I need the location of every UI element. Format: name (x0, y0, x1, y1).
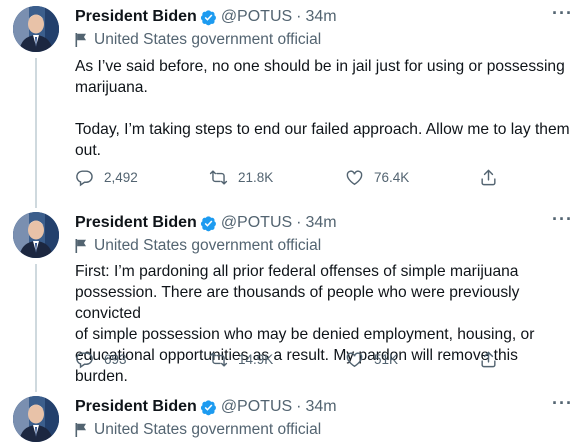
timestamp[interactable]: 34m (306, 398, 337, 416)
timestamp[interactable]: 34m (306, 214, 337, 232)
retweet-button[interactable]: 21.8K (209, 168, 273, 187)
like-count: 51K (374, 352, 399, 367)
government-label-text: United States government official (94, 237, 322, 254)
avatar-image (13, 396, 59, 442)
share-icon (481, 351, 496, 368)
reply-count: 2,492 (104, 170, 138, 185)
author-handle[interactable]: @POTUS (221, 214, 292, 232)
avatar-image (13, 212, 59, 258)
reply-count: 693 (104, 352, 127, 367)
more-icon[interactable]: ··· (552, 394, 573, 412)
avatar[interactable] (13, 6, 59, 52)
government-label[interactable]: United States government official (75, 31, 321, 49)
avatar[interactable] (13, 212, 59, 258)
retweet-icon (209, 352, 228, 367)
tweet[interactable]: President Biden @POTUS · 34m ··· United … (0, 206, 583, 386)
tweet[interactable]: President Biden @POTUS · 34m ··· United … (0, 0, 583, 200)
flag-icon (75, 423, 86, 437)
retweet-icon (209, 170, 228, 185)
avatar[interactable] (13, 396, 59, 442)
reply-icon (76, 352, 93, 369)
tweet-header: President Biden @POTUS · 34m (75, 6, 337, 28)
verified-badge-icon (200, 9, 216, 25)
author-name[interactable]: President Biden (75, 8, 197, 26)
flag-icon (75, 239, 86, 253)
share-icon (481, 169, 496, 186)
like-count: 76.4K (374, 170, 410, 185)
like-button[interactable]: 51K (345, 350, 398, 369)
author-handle[interactable]: @POTUS (221, 398, 292, 416)
more-icon[interactable]: ··· (552, 210, 573, 228)
separator-dot: · (296, 8, 302, 25)
flag-icon (75, 33, 86, 47)
author-name[interactable]: President Biden (75, 398, 197, 416)
author-handle[interactable]: @POTUS (221, 8, 292, 26)
tweet[interactable]: President Biden @POTUS · 34m ··· United … (0, 390, 583, 444)
action-bar: 693 14.9K 51K (75, 350, 505, 372)
avatar-image (13, 6, 59, 52)
government-label[interactable]: United States government official (75, 421, 321, 439)
like-icon (346, 170, 363, 186)
tweet-text: As I’ve said before, no one should be in… (75, 58, 570, 159)
tweet-header: President Biden @POTUS · 34m (75, 396, 337, 418)
retweet-count: 21.8K (238, 170, 274, 185)
verified-badge-icon (200, 399, 216, 415)
reply-icon (76, 170, 93, 187)
government-label[interactable]: United States government official (75, 237, 321, 255)
action-bar: 2,492 21.8K 76.4K (75, 168, 505, 190)
separator-dot: · (296, 398, 302, 415)
share-button[interactable] (479, 350, 508, 369)
retweet-button[interactable]: 14.9K (209, 350, 273, 369)
author-name[interactable]: President Biden (75, 214, 197, 232)
more-icon[interactable]: ··· (552, 4, 573, 22)
separator-dot: · (296, 214, 302, 231)
reply-button[interactable]: 2,492 (75, 168, 138, 187)
retweet-count: 14.9K (238, 352, 274, 367)
like-icon (346, 352, 363, 368)
timestamp[interactable]: 34m (306, 8, 337, 26)
verified-badge-icon (200, 215, 216, 231)
share-button[interactable] (479, 168, 508, 187)
government-label-text: United States government official (94, 31, 322, 48)
like-button[interactable]: 76.4K (345, 168, 409, 187)
government-label-text: United States government official (94, 421, 322, 438)
reply-button[interactable]: 693 (75, 350, 127, 369)
tweet-header: President Biden @POTUS · 34m (75, 212, 337, 234)
